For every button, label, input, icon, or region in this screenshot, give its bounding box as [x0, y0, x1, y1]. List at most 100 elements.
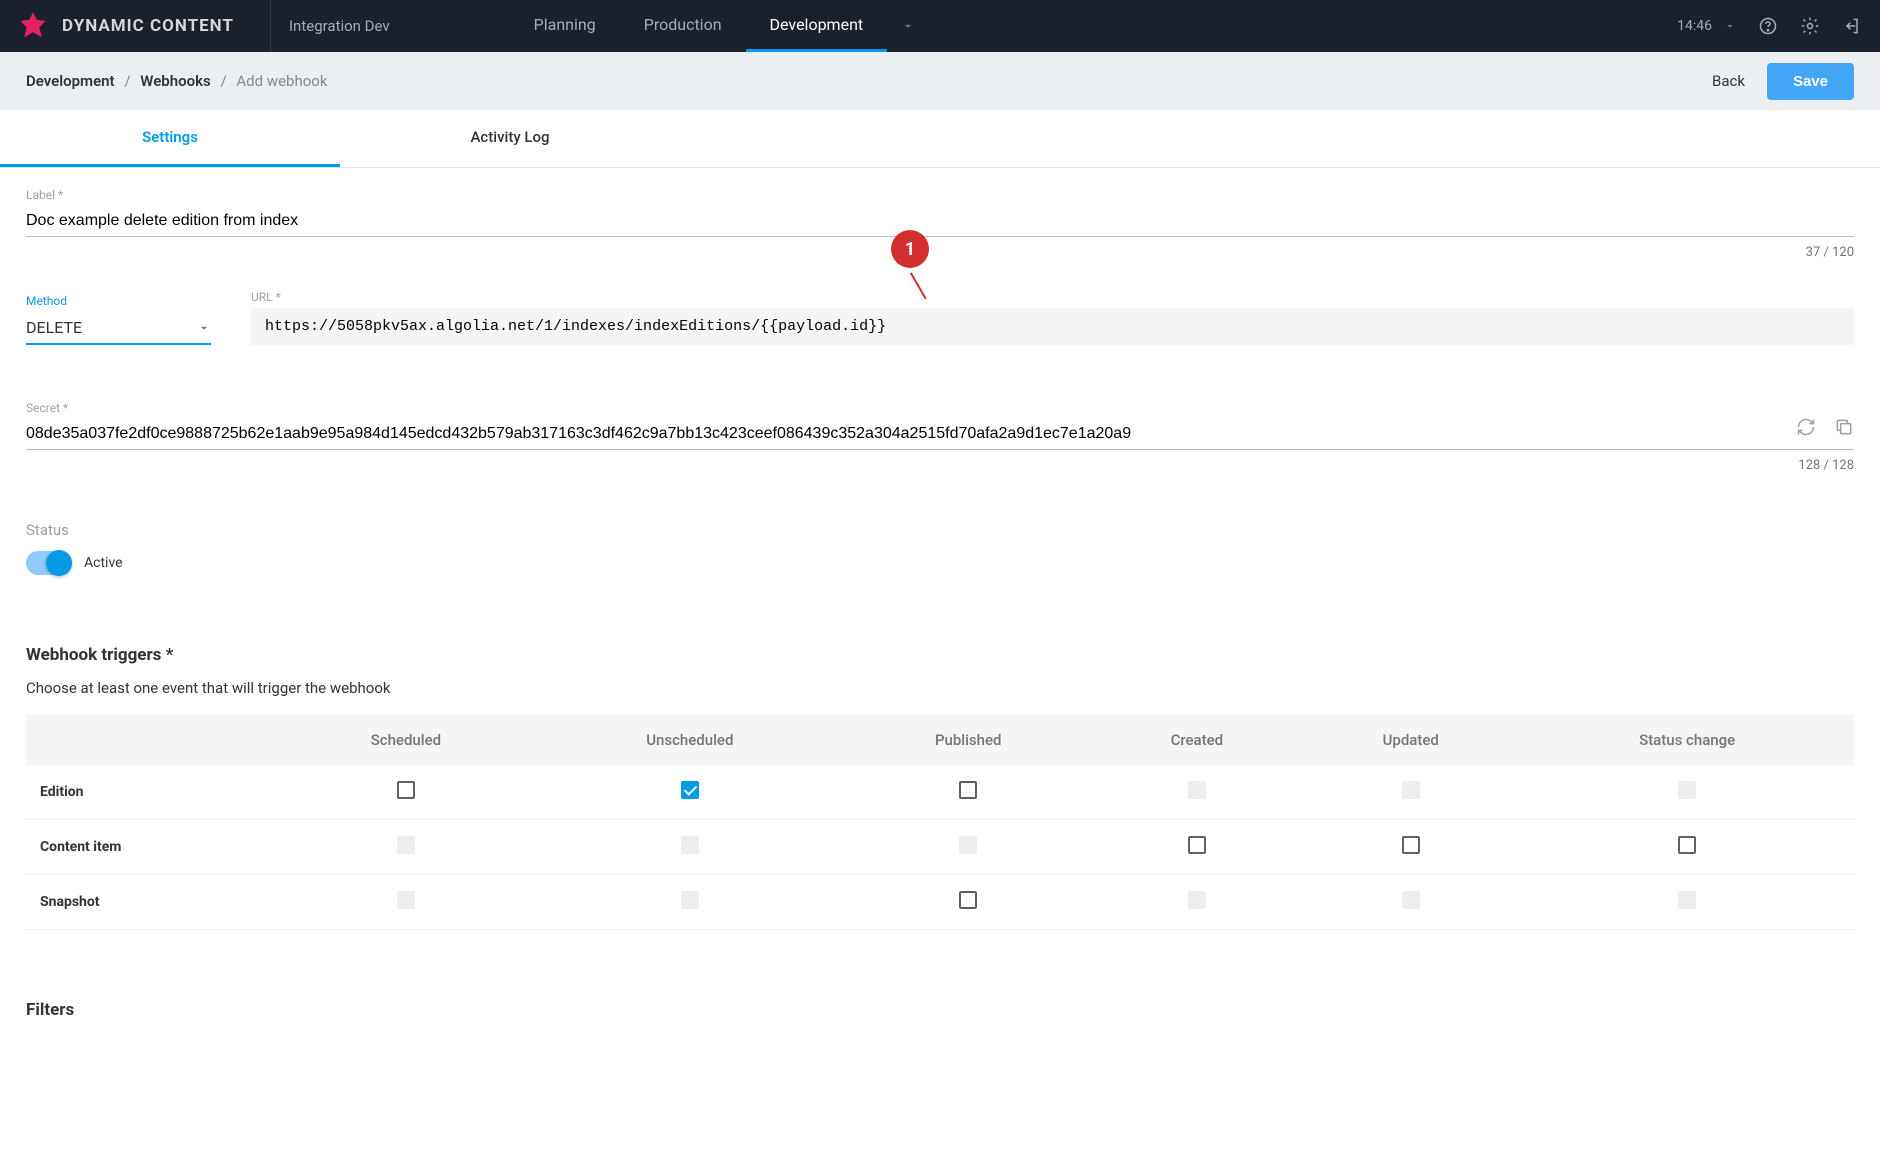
url-field-label: URL * [251, 290, 1854, 304]
nav-tab-development[interactable]: Development [746, 0, 888, 52]
trigger-cell [1093, 820, 1302, 875]
col-header-created: Created [1093, 715, 1302, 765]
nav-tab-planning[interactable]: Planning [510, 0, 620, 52]
logout-icon[interactable] [1842, 16, 1862, 36]
subheader-actions: Back Save [1712, 63, 1854, 100]
chevron-down-icon [197, 321, 211, 335]
method-url-row: Method DELETE URL * 1 [26, 290, 1854, 345]
trigger-cell [276, 820, 536, 875]
trigger-cell [276, 765, 536, 820]
checkbox [1402, 781, 1420, 799]
table-row: Edition [26, 765, 1854, 820]
tab-activity-log[interactable]: Activity Log [340, 110, 680, 167]
status-field-group: Status Active [26, 521, 1854, 575]
checkbox[interactable] [1402, 836, 1420, 854]
regenerate-icon[interactable] [1796, 417, 1816, 437]
trigger-cell [1093, 875, 1302, 930]
col-header-empty [26, 715, 276, 765]
save-button[interactable]: Save [1767, 63, 1854, 100]
breadcrumb-sep: / [220, 72, 226, 90]
label-counter: 37 / 120 [26, 245, 1854, 260]
method-field-group: Method DELETE [26, 294, 211, 345]
breadcrumb: Development / Webhooks / Add webhook [26, 72, 327, 90]
checkbox [681, 891, 699, 909]
secret-field-group: Secret * 128 / 128 [26, 401, 1854, 473]
checkbox [397, 891, 415, 909]
top-nav: DYNAMIC CONTENT Integration Dev Planning… [0, 0, 1880, 52]
method-select[interactable]: DELETE [26, 312, 211, 345]
toggle-knob [46, 550, 72, 576]
checkbox[interactable] [397, 781, 415, 799]
back-button[interactable]: Back [1712, 72, 1745, 90]
triggers-title: Webhook triggers * [26, 645, 1854, 665]
checkbox [959, 836, 977, 854]
method-field-label: Method [26, 294, 211, 308]
url-field-group: URL * 1 [251, 290, 1854, 345]
status-toggle[interactable] [26, 551, 70, 575]
col-header-status-change: Status change [1520, 715, 1854, 765]
label-field-label: Label * [26, 188, 1854, 202]
trigger-cell [1301, 765, 1520, 820]
table-row: Content item [26, 820, 1854, 875]
secret-input[interactable] [26, 419, 1854, 450]
sub-header: Development / Webhooks / Add webhook Bac… [0, 52, 1880, 110]
col-header-scheduled: Scheduled [276, 715, 536, 765]
secret-counter: 128 / 128 [26, 458, 1854, 473]
nav-tabs: Planning Production Development [510, 0, 929, 52]
url-input[interactable] [265, 318, 1840, 335]
checkbox[interactable] [1678, 836, 1696, 854]
label-input[interactable] [26, 206, 1854, 237]
time-display[interactable]: 14:46 [1677, 18, 1736, 34]
trigger-cell [276, 875, 536, 930]
trigger-cell [536, 820, 844, 875]
status-field-label: Status [26, 521, 1854, 539]
col-header-updated: Updated [1301, 715, 1520, 765]
logo-area: DYNAMIC CONTENT [0, 11, 252, 41]
content-area: Label * 37 / 120 Method DELETE URL * 1 S… [0, 168, 1880, 1080]
tab-settings[interactable]: Settings [0, 110, 340, 167]
trigger-cell [536, 875, 844, 930]
breadcrumb-webhooks[interactable]: Webhooks [140, 72, 210, 90]
brand-name: DYNAMIC CONTENT [62, 16, 234, 36]
hub-name[interactable]: Integration Dev [289, 17, 390, 35]
divider [270, 0, 271, 52]
copy-icon[interactable] [1834, 417, 1854, 437]
help-icon[interactable] [1758, 16, 1778, 36]
col-header-unscheduled: Unscheduled [536, 715, 844, 765]
checkbox [1678, 891, 1696, 909]
breadcrumb-sep: / [124, 72, 130, 90]
time-value: 14:46 [1677, 18, 1712, 34]
filters-title: Filters [26, 1000, 1854, 1020]
page-tabs: Settings Activity Log [0, 110, 1880, 168]
gear-icon[interactable] [1800, 16, 1820, 36]
checkbox [1188, 781, 1206, 799]
checkbox [1188, 891, 1206, 909]
row-header: Edition [26, 765, 276, 820]
trigger-cell [1520, 765, 1854, 820]
callout-number: 1 [905, 239, 915, 260]
checkbox [681, 836, 699, 854]
trigger-cell [844, 765, 1093, 820]
secret-actions [1796, 417, 1854, 437]
breadcrumb-development[interactable]: Development [26, 72, 115, 90]
checkbox[interactable] [681, 781, 699, 799]
breadcrumb-current: Add webhook [236, 72, 327, 90]
trigger-cell [1520, 875, 1854, 930]
url-box [251, 308, 1854, 345]
nav-menu-more[interactable] [887, 0, 929, 52]
checkbox[interactable] [959, 891, 977, 909]
trigger-cell [844, 820, 1093, 875]
col-header-published: Published [844, 715, 1093, 765]
row-header: Snapshot [26, 875, 276, 930]
triggers-table: Scheduled Unscheduled Published Created … [26, 715, 1854, 930]
trigger-cell [1520, 820, 1854, 875]
nav-tab-production[interactable]: Production [620, 0, 746, 52]
secret-field-label: Secret * [26, 401, 1854, 415]
checkbox[interactable] [1188, 836, 1206, 854]
checkbox[interactable] [959, 781, 977, 799]
status-value: Active [84, 555, 123, 571]
checkbox [1402, 891, 1420, 909]
logo-icon [18, 11, 48, 41]
triggers-desc: Choose at least one event that will trig… [26, 679, 1854, 697]
trigger-cell [536, 765, 844, 820]
